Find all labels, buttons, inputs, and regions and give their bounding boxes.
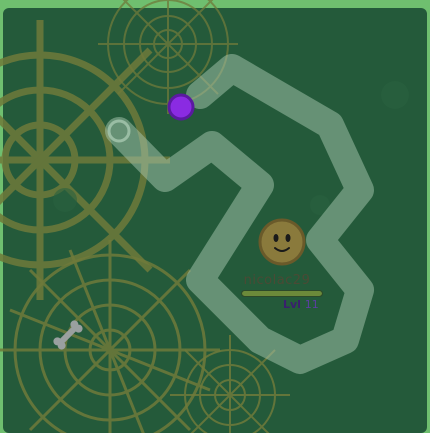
game-field[interactable] bbox=[0, 0, 430, 433]
purple-orb[interactable] bbox=[167, 93, 195, 121]
player-level-label: Lvl bbox=[283, 298, 301, 311]
game-viewport[interactable]: nicolac29 Lvl 11 bbox=[0, 0, 430, 433]
player-xp-bar bbox=[241, 290, 323, 297]
avatar-eye-left bbox=[273, 234, 279, 242]
player-name: nicolac29 bbox=[243, 273, 311, 288]
player-level-number: 11 bbox=[304, 298, 319, 311]
player-xp-fill bbox=[242, 291, 322, 296]
avatar-eye-right bbox=[285, 234, 291, 242]
player-level: Lvl 11 bbox=[283, 298, 319, 311]
player-avatar[interactable] bbox=[258, 218, 306, 266]
